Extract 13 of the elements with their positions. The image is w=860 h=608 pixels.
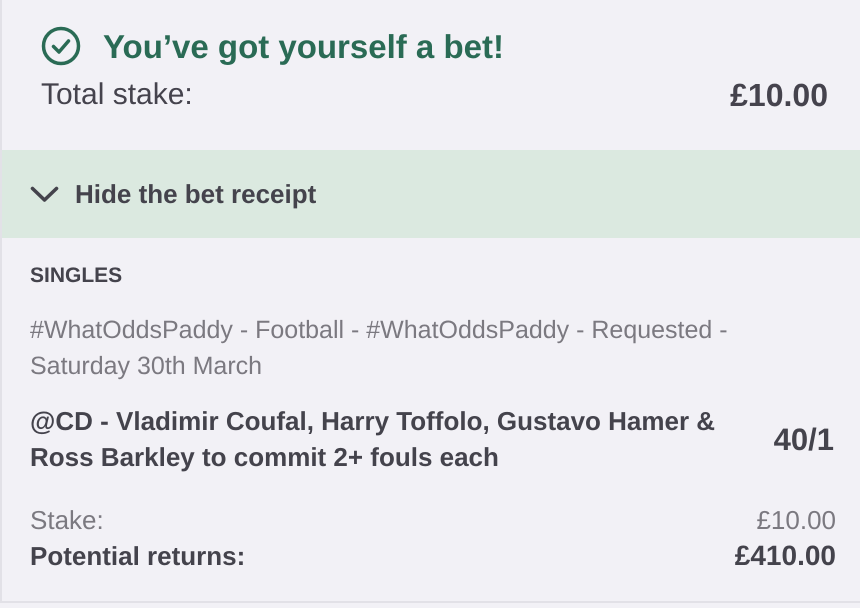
odds-value: 40/1	[774, 424, 834, 454]
stake-label: Stake:	[30, 505, 104, 535]
total-stake-label: Total stake:	[41, 80, 193, 110]
hide-receipt-toggle[interactable]: Hide the bet receipt	[2, 150, 860, 238]
success-title: You’ve got yourself a bet!	[103, 30, 504, 62]
total-stake-value: £10.00	[730, 79, 828, 111]
selection-title: @CD - Vladimir Coufal, Harry Toffolo, Gustavo Hamer & Ross Barkley to commit 2+ fouls each	[30, 405, 716, 474]
event-description: #WhatOddsPaddy - Football - #WhatOddsPaddy - Requested - Saturday 30th March	[30, 315, 729, 382]
potential-returns-value: £410.00	[734, 540, 836, 572]
potential-returns-label: Potential returns:	[30, 540, 246, 572]
section-heading: SINGLES	[30, 263, 122, 289]
stake-value: £10.00	[756, 505, 836, 535]
check-circle-icon	[41, 26, 81, 66]
